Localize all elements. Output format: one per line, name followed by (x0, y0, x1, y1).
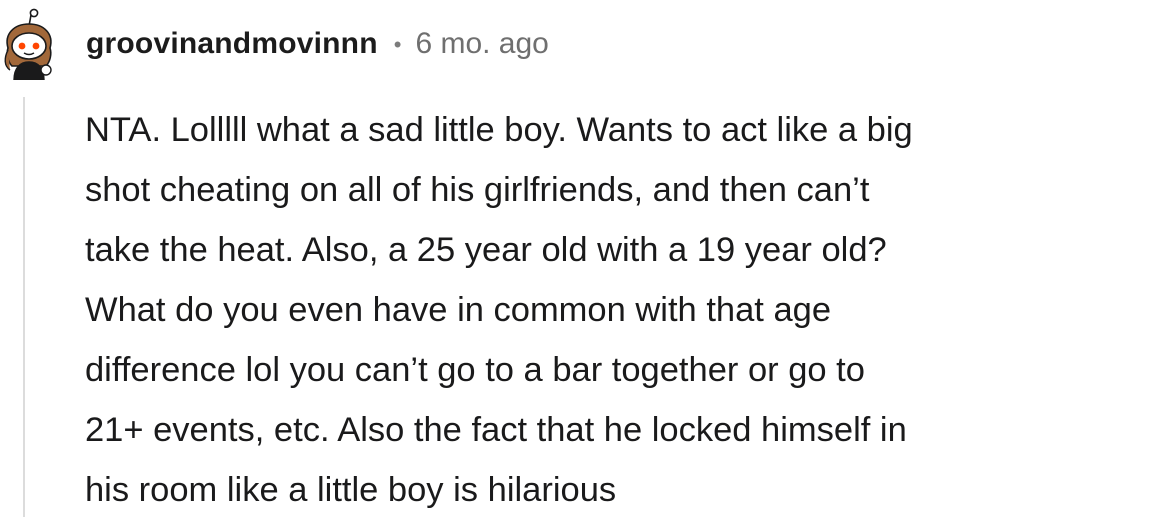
thread-collapse-line[interactable] (23, 97, 25, 517)
reddit-snoo-avatar-icon (4, 8, 52, 81)
comment: groovinandmovinnn • 6 mo. ago NTA. Lolll… (0, 0, 1151, 517)
comment-body: NTA. Lolllll what a sad little boy. Want… (85, 100, 1145, 520)
comment-body-line: 21+ events, etc. Also the fact that he l… (85, 411, 907, 449)
avatar[interactable] (0, 4, 58, 81)
comment-timestamp[interactable]: 6 mo. ago (415, 27, 548, 61)
meta-separator: • (393, 32, 402, 57)
comment-author[interactable]: groovinandmovinnn (86, 27, 378, 61)
comment-body-line: take the heat. Also, a 25 year old with … (85, 231, 887, 269)
comment-body-line: difference lol you can’t go to a bar tog… (85, 351, 865, 389)
comment-header: groovinandmovinnn • 6 mo. ago (86, 24, 549, 64)
comment-body-line: What do you even have in common with tha… (85, 291, 832, 329)
comment-body-line: shot cheating on all of his girlfriends,… (85, 171, 870, 209)
comment-body-line: his room like a little boy is hilarious (85, 471, 617, 509)
comment-body-line: NTA. Lolllll what a sad little boy. Want… (85, 111, 913, 149)
